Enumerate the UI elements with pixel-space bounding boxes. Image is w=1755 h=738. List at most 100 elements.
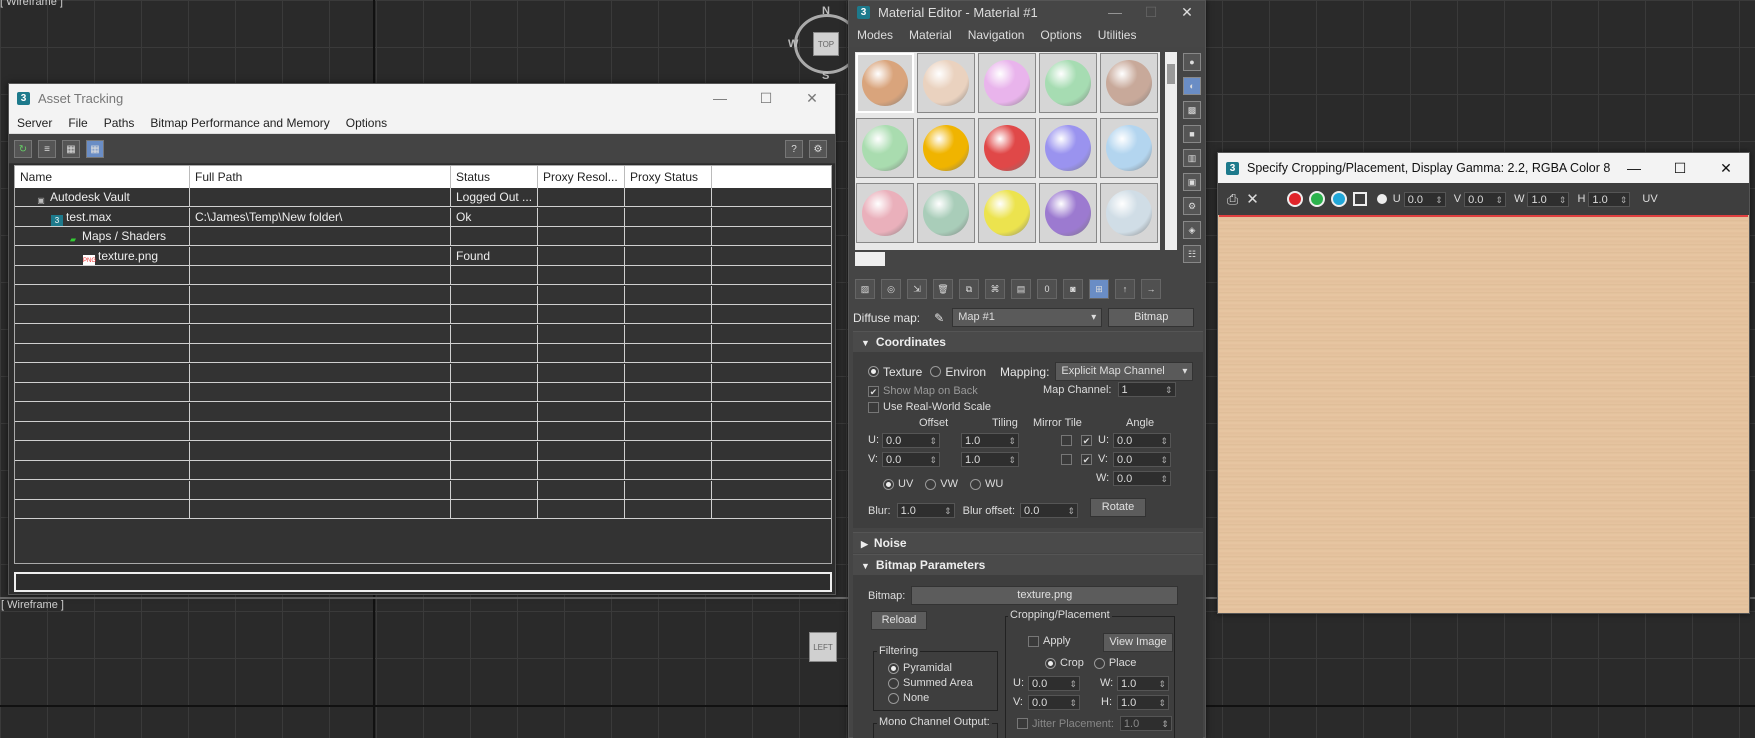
summed-area-radio[interactable] (888, 677, 899, 689)
v-tiling-spinner[interactable]: 1.0 (961, 452, 1019, 467)
jitter-spinner[interactable]: 1.0 (1119, 716, 1172, 731)
blue-channel-icon[interactable] (1330, 191, 1347, 207)
options-icon[interactable]: ⚙ (1183, 197, 1201, 215)
crop-v-spinner[interactable]: 0.0 (1028, 695, 1080, 710)
help-icon[interactable]: ? (785, 140, 803, 158)
material-slot[interactable] (917, 183, 975, 243)
material-slot[interactable] (856, 183, 914, 243)
environ-radio[interactable] (930, 366, 942, 377)
menu-server[interactable]: Server (9, 116, 60, 130)
menu-utilities[interactable]: Utilities (1090, 28, 1145, 42)
material-slot[interactable] (978, 183, 1036, 243)
menu-material[interactable]: Material (901, 28, 960, 42)
w-angle-spinner[interactable]: 0.0 (1113, 471, 1171, 486)
go-to-parent-icon[interactable]: ↑ (1115, 279, 1135, 299)
jitter-checkbox[interactable] (1017, 718, 1028, 729)
texture-preview-image[interactable] (1219, 215, 1748, 612)
asset-title-bar[interactable]: 3 Asset Tracking — ☐ ✕ (9, 84, 835, 112)
map-channel-spinner[interactable]: 1 (1117, 382, 1176, 397)
v-angle-spinner[interactable]: 0.0 (1113, 452, 1171, 467)
close-button[interactable]: ✕ (1169, 4, 1205, 21)
clear-icon[interactable]: ✕ (1246, 190, 1259, 208)
viewcube-left[interactable]: LEFT (809, 632, 837, 662)
material-slot[interactable] (1039, 53, 1097, 113)
settings-help-icon[interactable]: ⚙ (809, 140, 827, 158)
material-slot[interactable] (978, 53, 1036, 113)
reload-button[interactable]: Reload (871, 611, 927, 630)
material-slot[interactable] (917, 53, 975, 113)
col-proxy-resolution[interactable]: Proxy Resol... (538, 166, 625, 188)
rotate-button[interactable]: Rotate (1090, 498, 1146, 517)
place-radio[interactable] (1093, 657, 1105, 669)
slots-h-scrollbar[interactable] (855, 252, 885, 266)
texture-radio[interactable] (868, 366, 879, 377)
col-proxy-status[interactable]: Proxy Status (625, 166, 712, 188)
crop-w-spinner[interactable]: 1.0 (1117, 676, 1169, 691)
menu-options[interactable]: Options (1032, 28, 1089, 42)
mono-channel-icon[interactable] (1376, 194, 1387, 204)
apply-checkbox[interactable] (1028, 635, 1039, 647)
list-view-icon[interactable]: ≡ (38, 140, 56, 158)
refresh-icon[interactable]: ↻ (14, 140, 32, 158)
eyedropper-icon[interactable]: ✎ (934, 311, 944, 325)
uv-tiling-icon[interactable]: ■ (1183, 125, 1201, 143)
slots-scroll-thumb[interactable] (1167, 64, 1175, 84)
view-image-button[interactable]: View Image (1103, 633, 1173, 652)
col-full-path[interactable]: Full Path (190, 166, 451, 188)
u-angle-spinner[interactable]: 0.0 (1113, 433, 1171, 448)
material-slot[interactable] (917, 118, 975, 178)
menu-bitmap-performance[interactable]: Bitmap Performance and Memory (142, 116, 337, 130)
blur-spinner[interactable]: 1.0 (896, 503, 955, 518)
select-by-material-icon[interactable]: ◈ (1183, 221, 1201, 239)
reset-map-icon[interactable]: 🗑 (933, 279, 953, 299)
viewport-label-top[interactable]: [ Wireframe ] (0, 0, 63, 8)
none-radio[interactable] (888, 692, 899, 704)
menu-file[interactable]: File (60, 116, 95, 130)
green-channel-icon[interactable] (1308, 191, 1325, 207)
col-status[interactable]: Status (451, 166, 538, 188)
maximize-button[interactable]: ☐ (1657, 160, 1703, 177)
sample-type-icon[interactable]: ● (1183, 53, 1201, 71)
menu-paths[interactable]: Paths (96, 116, 143, 130)
crop-h-field[interactable]: 1.0 (1588, 191, 1631, 207)
close-button[interactable]: ✕ (1703, 160, 1749, 177)
table-row[interactable]: PNG texture.png Found (15, 246, 831, 266)
table-row[interactable]: ▰ Maps / Shaders (15, 227, 831, 246)
material-slot[interactable] (856, 118, 914, 178)
bitmap-params-header[interactable]: ▼ Bitmap Parameters (853, 555, 1203, 575)
bitmap-file-button[interactable]: texture.png (911, 586, 1179, 605)
col-name[interactable]: Name (15, 166, 190, 188)
menu-navigation[interactable]: Navigation (960, 28, 1033, 42)
show-map-back-checkbox[interactable]: ✔ (868, 385, 879, 397)
assign-to-selection-icon[interactable]: ⇲ (907, 279, 927, 299)
minimize-button[interactable]: — (1611, 160, 1657, 176)
coordinates-rollout-header[interactable]: ▼ Coordinates (853, 332, 1203, 352)
red-channel-icon[interactable] (1286, 191, 1303, 207)
crop-u-spinner[interactable]: 0.0 (1028, 676, 1080, 691)
blur-offset-spinner[interactable]: 0.0 (1020, 503, 1079, 518)
menu-modes[interactable]: Modes (849, 28, 901, 42)
pyramidal-radio[interactable] (888, 662, 899, 674)
material-map-navigator-icon[interactable]: ☷ (1183, 245, 1201, 263)
v-mirror-checkbox[interactable] (1061, 454, 1072, 465)
material-slot[interactable] (1039, 183, 1097, 243)
put-to-library-icon[interactable]: ▤ (1011, 279, 1031, 299)
uv-radio[interactable] (883, 478, 894, 490)
background-icon[interactable]: ▩ (1183, 101, 1201, 119)
minimize-button[interactable]: — (697, 90, 743, 106)
video-color-check-icon[interactable]: ▥ (1183, 149, 1201, 167)
show-end-result-icon[interactable]: ⊞ (1089, 279, 1109, 299)
material-slot[interactable] (1100, 183, 1158, 243)
vw-radio[interactable] (925, 478, 937, 490)
make-preview-icon[interactable]: ▣ (1183, 173, 1201, 191)
crop-h-spinner[interactable]: 1.0 (1117, 695, 1169, 710)
material-slot[interactable] (1100, 118, 1158, 178)
u-offset-spinner[interactable]: 0.0 (882, 433, 940, 448)
u-mirror-checkbox[interactable] (1061, 435, 1072, 446)
maximize-button[interactable]: ☐ (743, 90, 789, 107)
v-offset-spinner[interactable]: 0.0 (882, 452, 940, 467)
wu-radio[interactable] (970, 478, 982, 490)
v-tile-checkbox[interactable]: ✔ (1081, 454, 1092, 465)
menu-options[interactable]: Options (338, 116, 395, 130)
material-id-channel-icon[interactable]: 0 (1037, 279, 1057, 299)
